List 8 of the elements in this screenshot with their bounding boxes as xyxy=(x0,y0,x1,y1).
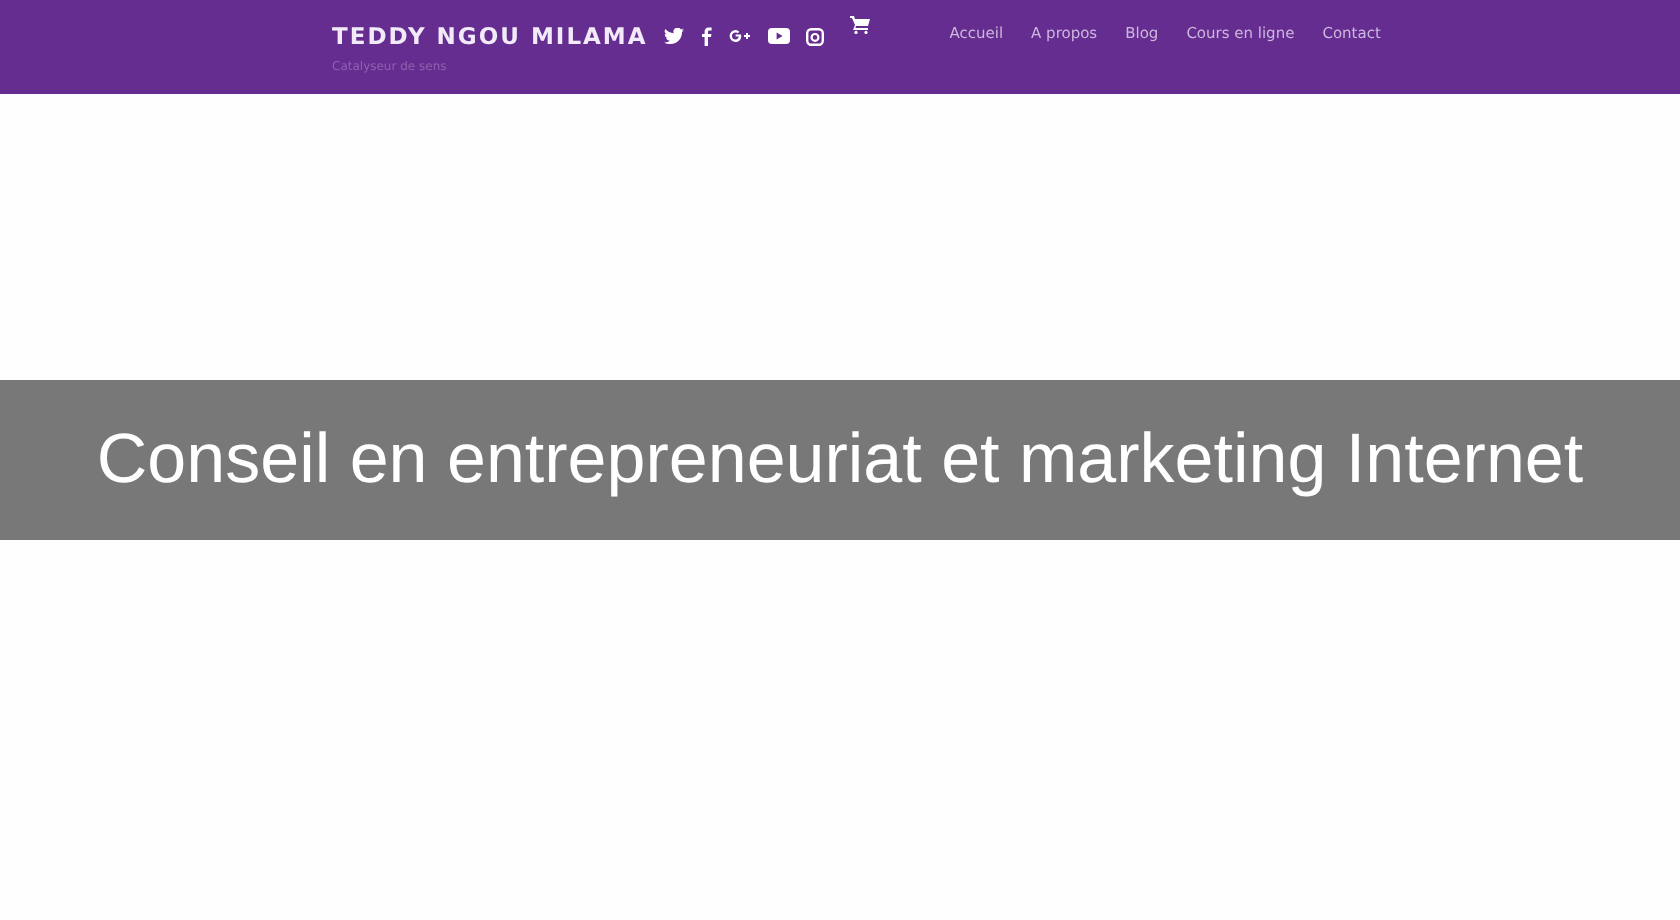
youtube-icon[interactable] xyxy=(767,28,790,44)
google-plus-icon[interactable] xyxy=(727,28,752,44)
cart-icon[interactable] xyxy=(849,16,870,34)
banner-title: Conseil en entrepreneuriat et marketing Internet xyxy=(96,420,1584,500)
site-title[interactable]: TEDDY NGOU MILAMA xyxy=(332,22,648,50)
twitter-icon[interactable] xyxy=(663,27,684,45)
instagram-icon[interactable] xyxy=(805,27,824,45)
facebook-icon[interactable] xyxy=(699,26,712,46)
